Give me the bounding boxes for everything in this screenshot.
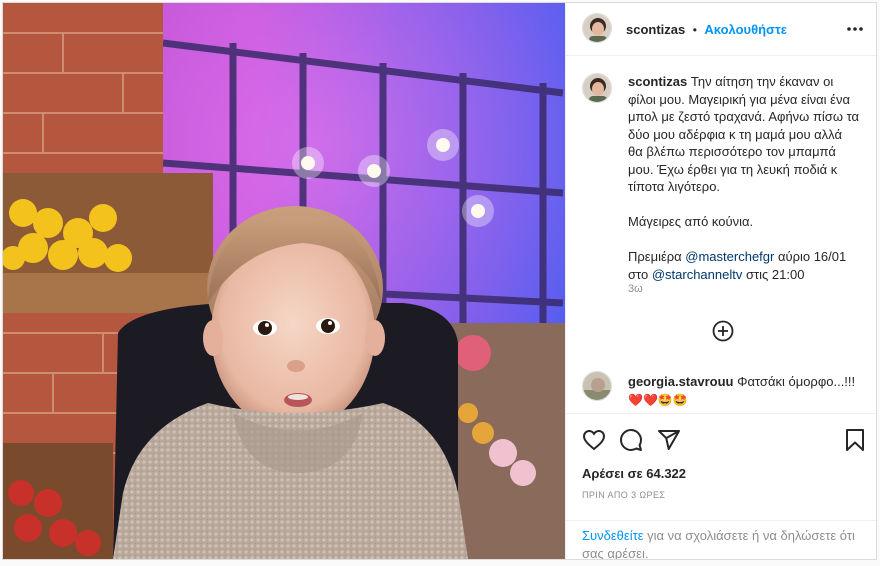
comment-username[interactable]: georgia.stavrouu — [628, 374, 733, 389]
avatar-image — [583, 14, 611, 42]
login-link[interactable]: Συνδεθείτε — [582, 528, 644, 543]
share-icon[interactable] — [657, 428, 681, 457]
post-photo[interactable] — [3, 3, 565, 559]
caption-author-avatar[interactable] — [582, 73, 612, 103]
caption-time-text: στις 21:00 — [742, 266, 805, 282]
commenter-avatar[interactable] — [582, 371, 612, 401]
more-options-glyph — [847, 27, 863, 31]
caption-second-paragraph: Μάγειρες από κούνια. — [628, 214, 754, 229]
post-header: scontizas • Ακολουθήστε — [566, 3, 876, 56]
follow-button[interactable]: Ακολουθήστε — [704, 22, 787, 37]
comment-item: georgia.stavrouu Φατσάκι όμορφο...!!! ❤️… — [628, 373, 868, 409]
caption-author[interactable]: scontizas — [628, 74, 687, 89]
post-actions: Αρέσει σε 64.322 ΠΡΙΝ ΑΠΟ 3 ΩΡΕΣ Συνδεθε… — [566, 413, 876, 559]
login-prompt: Συνδεθείτε για να σχολιάσετε ή να δηλώσε… — [566, 520, 876, 559]
add-circle-glyph — [712, 320, 734, 342]
comment-text: Φατσάκι όμορφο...!!! — [737, 374, 856, 389]
header-title-row: scontizas • Ακολουθήστε — [626, 21, 787, 39]
bookmark-glyph — [846, 429, 864, 451]
author-username[interactable]: scontizas — [626, 22, 685, 37]
post-details-panel: scontizas • Ακολουθήστε scontizas Την αί… — [565, 3, 876, 559]
heart-icon[interactable] — [582, 428, 606, 457]
post-timestamp[interactable]: ΠΡΙΝ ΑΠΟ 3 ΩΡΕΣ — [582, 490, 665, 500]
more-options-icon[interactable] — [844, 19, 866, 39]
heart-glyph — [582, 429, 606, 451]
comment-emojis: ❤️❤️🤩🤩 — [628, 393, 688, 407]
likes-count[interactable]: Αρέσει σε 64.322 — [582, 466, 686, 481]
commenter-avatar-image — [583, 372, 611, 400]
post-frame: scontizas • Ακολουθήστε scontizas Την αί… — [2, 2, 877, 560]
save-bookmark-icon[interactable] — [844, 428, 866, 457]
caption-premiere-text: Πρεμιέρα — [628, 249, 686, 264]
photo-illustration — [3, 3, 565, 559]
post-caption: scontizas Την αίτηση την έκαναν οι φίλοι… — [628, 73, 860, 283]
caption-third-paragraph: Πρεμιέρα @masterchefgr αύριο 16/01 στο @… — [628, 248, 860, 283]
mention-starchanneltv[interactable]: @starchanneltv — [652, 267, 743, 282]
author-avatar[interactable] — [582, 13, 612, 43]
caption-avatar-image — [583, 74, 611, 102]
comment-icon[interactable] — [619, 428, 643, 457]
mention-masterchefgr[interactable]: @masterchefgr — [685, 249, 774, 264]
caption-first-paragraph: scontizas Την αίτηση την έκαναν οι φίλοι… — [628, 73, 860, 196]
header-separator: • — [692, 23, 697, 37]
caption-age[interactable]: 3ω — [628, 283, 643, 295]
share-glyph — [658, 430, 680, 450]
caption-text: Την αίτηση την έκαναν οι φίλοι μου. Μαγε… — [628, 74, 860, 194]
add-circle-icon[interactable] — [712, 320, 734, 342]
comment-glyph — [620, 429, 642, 451]
